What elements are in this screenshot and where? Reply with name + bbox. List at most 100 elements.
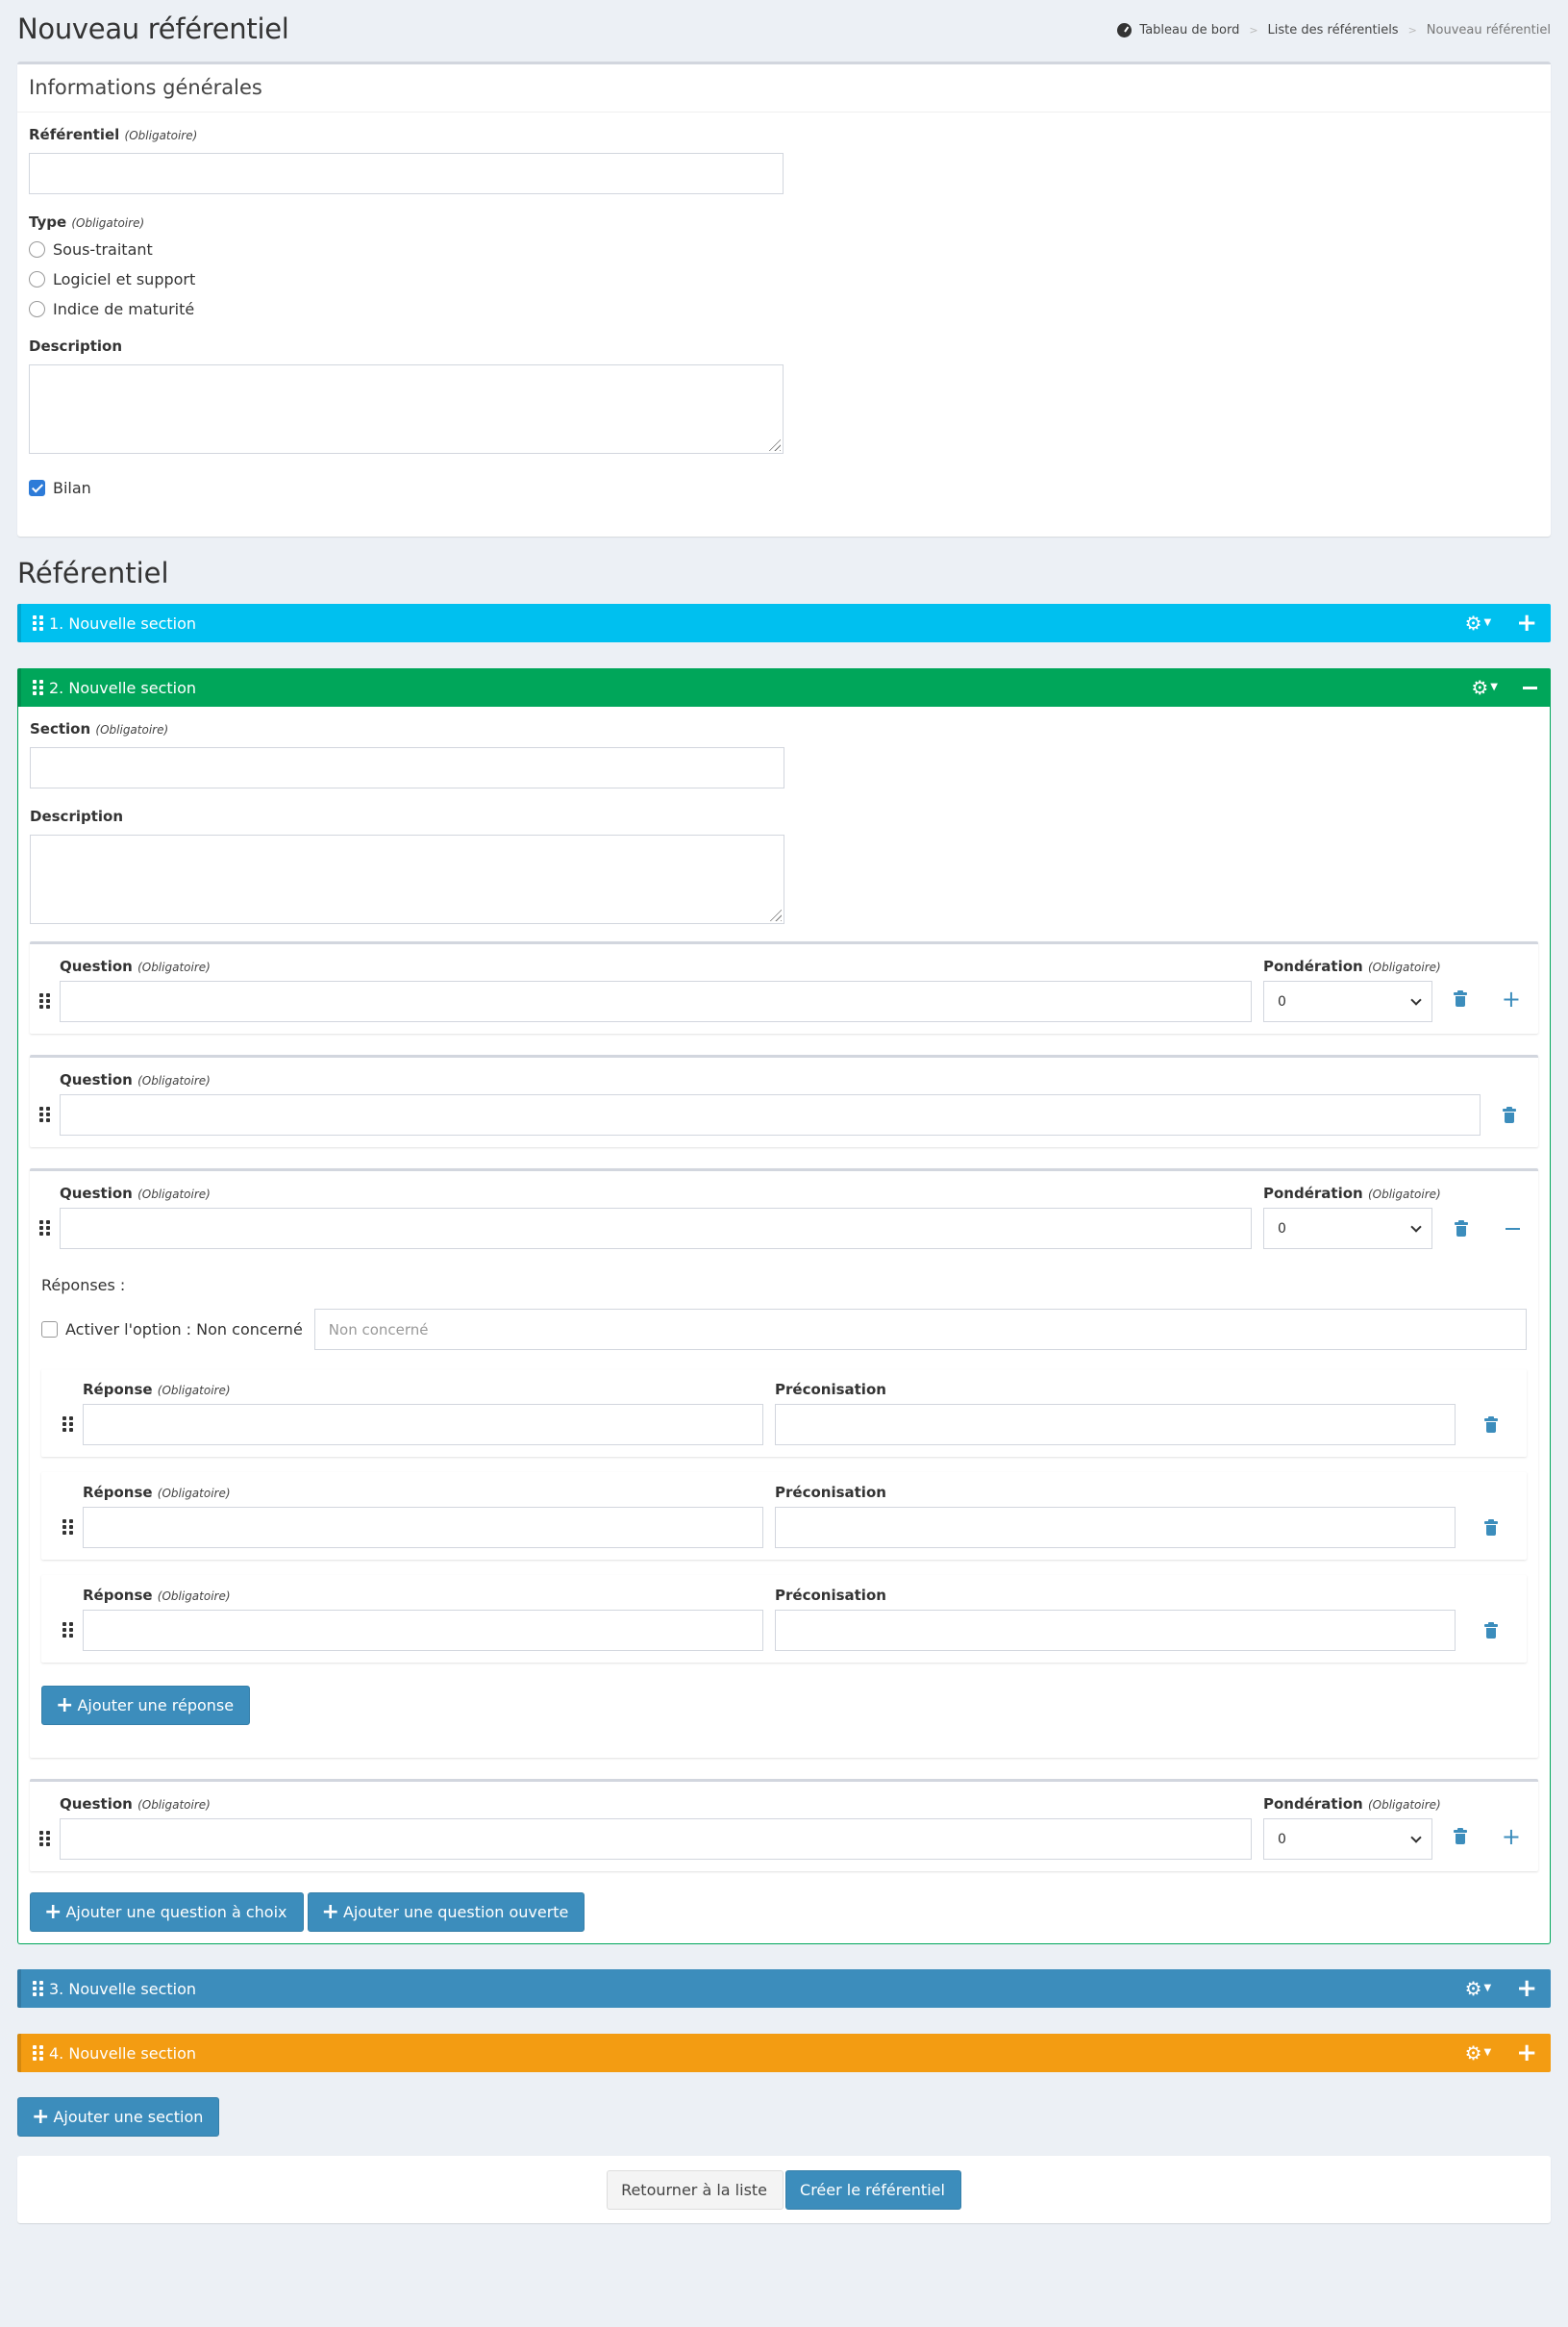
- grip-icon[interactable]: [33, 1981, 43, 1996]
- trash-icon[interactable]: [1453, 990, 1467, 1008]
- grip-icon[interactable]: [33, 680, 43, 695]
- question-input[interactable]: [60, 1818, 1252, 1860]
- plus-icon: +: [44, 1899, 62, 1924]
- ponderation-label: Pondération (Obligatoire): [1263, 958, 1441, 975]
- minus-icon[interactable]: [1505, 1228, 1520, 1230]
- type-option-label: Sous-traitant: [53, 240, 153, 259]
- type-group: Type (Obligatoire) Sous-traitant Logicie…: [29, 213, 1539, 324]
- grip-icon[interactable]: [39, 1107, 50, 1136]
- grip-icon[interactable]: [62, 1519, 73, 1548]
- preconisation-label: Préconisation: [775, 1587, 886, 1604]
- section-name-group: Section (Obligatoire): [30, 720, 1538, 788]
- add-open-question-button[interactable]: + Ajouter une question ouverte: [307, 1892, 585, 1932]
- plus-icon[interactable]: +: [1502, 988, 1521, 1011]
- breadcrumb-separator: >: [1407, 24, 1417, 37]
- radio-button[interactable]: [29, 241, 45, 258]
- grip-icon[interactable]: [39, 1831, 50, 1860]
- gear-icon[interactable]: ⚙ ▼: [1465, 1979, 1492, 1998]
- breadcrumb-home[interactable]: Tableau de bord: [1139, 23, 1239, 38]
- section-title: 3. Nouvelle section: [49, 1979, 197, 1998]
- reponse-label: Réponse (Obligatoire): [83, 1381, 763, 1398]
- plus-icon: +: [56, 1692, 74, 1717]
- section-tools: ⚙ ▼ +: [1465, 2040, 1537, 2065]
- reponse-input[interactable]: [83, 1507, 763, 1548]
- non-concerne-checkbox[interactable]: [41, 1321, 58, 1338]
- trash-icon[interactable]: [1503, 1107, 1516, 1124]
- question-input[interactable]: [60, 1094, 1481, 1136]
- chevron-down-icon: [1410, 993, 1422, 1006]
- section-description-group: Description: [30, 808, 1538, 924]
- trash-icon[interactable]: [1484, 1416, 1498, 1434]
- ponderation-select[interactable]: 0: [1263, 1208, 1432, 1249]
- section-bar-1[interactable]: 1. Nouvelle section ⚙ ▼ +: [17, 604, 1551, 642]
- bilan-checkbox-row[interactable]: Bilan: [29, 473, 1539, 503]
- reponse-input[interactable]: [83, 1404, 763, 1445]
- description-group: Description: [29, 338, 1539, 454]
- add-choice-question-label: Ajouter une question à choix: [65, 1903, 287, 1921]
- trash-icon[interactable]: [1455, 1220, 1469, 1238]
- trash-icon[interactable]: [1453, 1828, 1467, 1845]
- ponderation-select[interactable]: 0: [1263, 1818, 1432, 1860]
- type-option-sous-traitant[interactable]: Sous-traitant: [29, 235, 1539, 264]
- question-card: Question (Obligatoire) Pondération (Obli…: [30, 1779, 1538, 1871]
- radio-button[interactable]: [29, 271, 45, 288]
- question-label-text: Question: [60, 1185, 133, 1202]
- type-option-logiciel[interactable]: Logiciel et support: [29, 264, 1539, 294]
- description-textarea[interactable]: [29, 364, 784, 454]
- plus-icon[interactable]: +: [1502, 1825, 1521, 1848]
- add-choice-question-button[interactable]: + Ajouter une question à choix: [30, 1892, 304, 1932]
- create-referentiel-button[interactable]: Créer le référentiel: [785, 2169, 961, 2210]
- add-answer-button[interactable]: + Ajouter une réponse: [41, 1686, 251, 1725]
- grip-icon[interactable]: [33, 2045, 43, 2061]
- ponderation-label: Pondération (Obligatoire): [1263, 1795, 1441, 1813]
- grip-icon[interactable]: [39, 1220, 50, 1249]
- non-concerne-row: Activer l'option : Non concerné Non conc…: [41, 1309, 1527, 1350]
- preconisation-label: Préconisation: [775, 1484, 886, 1501]
- section-bar-4[interactable]: 4. Nouvelle section ⚙ ▼ +: [17, 2034, 1551, 2072]
- section-title: 4. Nouvelle section: [49, 2043, 197, 2063]
- bilan-checkbox[interactable]: [29, 480, 45, 496]
- type-option-maturite[interactable]: Indice de maturité: [29, 294, 1539, 324]
- reponse-label-text: Réponse: [83, 1381, 153, 1398]
- breadcrumb-list[interactable]: Liste des référentiels: [1268, 23, 1399, 38]
- section-description-textarea[interactable]: [30, 835, 784, 924]
- preconisation-input[interactable]: [775, 1507, 1456, 1548]
- question-card: Question (Obligatoire) Pondération (Obli…: [30, 941, 1538, 1034]
- non-concerne-input[interactable]: Non concerné: [313, 1309, 1527, 1350]
- question-label: Question (Obligatoire): [60, 1185, 1252, 1202]
- ponderation-select[interactable]: 0: [1263, 981, 1432, 1022]
- section-input[interactable]: [30, 747, 784, 788]
- trash-icon[interactable]: [1484, 1622, 1498, 1639]
- trash-icon[interactable]: [1484, 1519, 1498, 1537]
- plus-icon[interactable]: +: [1516, 2040, 1537, 2065]
- add-answer-label: Ajouter une réponse: [77, 1696, 235, 1714]
- preconisation-input[interactable]: [775, 1610, 1456, 1651]
- minus-icon[interactable]: [1523, 686, 1537, 689]
- preconisation-input[interactable]: [775, 1404, 1456, 1445]
- plus-icon[interactable]: +: [1516, 611, 1537, 636]
- add-section-wrap: + Ajouter une section: [17, 2097, 1551, 2137]
- back-to-list-button[interactable]: Retourner à la liste: [607, 2169, 784, 2210]
- section-bar-3[interactable]: 3. Nouvelle section ⚙ ▼ +: [17, 1969, 1551, 2008]
- grip-icon[interactable]: [33, 615, 43, 631]
- referentiel-input[interactable]: [29, 153, 784, 194]
- add-question-buttons: + Ajouter une question à choix + Ajouter u…: [30, 1892, 1538, 1932]
- grip-icon[interactable]: [62, 1622, 73, 1651]
- add-section-button[interactable]: + Ajouter une section: [17, 2097, 220, 2137]
- gear-icon[interactable]: ⚙ ▼: [1465, 2043, 1492, 2063]
- grip-icon[interactable]: [39, 993, 50, 1022]
- question-input[interactable]: [60, 1208, 1252, 1249]
- required-tag: (Obligatoire): [157, 1487, 231, 1500]
- required-tag: (Obligatoire): [1367, 1798, 1441, 1812]
- section-bar-2[interactable]: 2. Nouvelle section ⚙ ▼: [17, 668, 1551, 707]
- radio-button[interactable]: [29, 301, 45, 317]
- add-section-label: Ajouter une section: [53, 2108, 204, 2126]
- gear-icon[interactable]: ⚙ ▼: [1471, 678, 1498, 697]
- plus-icon[interactable]: +: [1516, 1976, 1537, 2001]
- content-header: Nouveau référentiel Tableau de bord > Li…: [17, 0, 1551, 62]
- general-info-header: Informations générales: [17, 64, 1551, 113]
- reponse-input[interactable]: [83, 1610, 763, 1651]
- question-input[interactable]: [60, 981, 1252, 1022]
- gear-icon[interactable]: ⚙ ▼: [1465, 613, 1492, 633]
- grip-icon[interactable]: [62, 1416, 73, 1445]
